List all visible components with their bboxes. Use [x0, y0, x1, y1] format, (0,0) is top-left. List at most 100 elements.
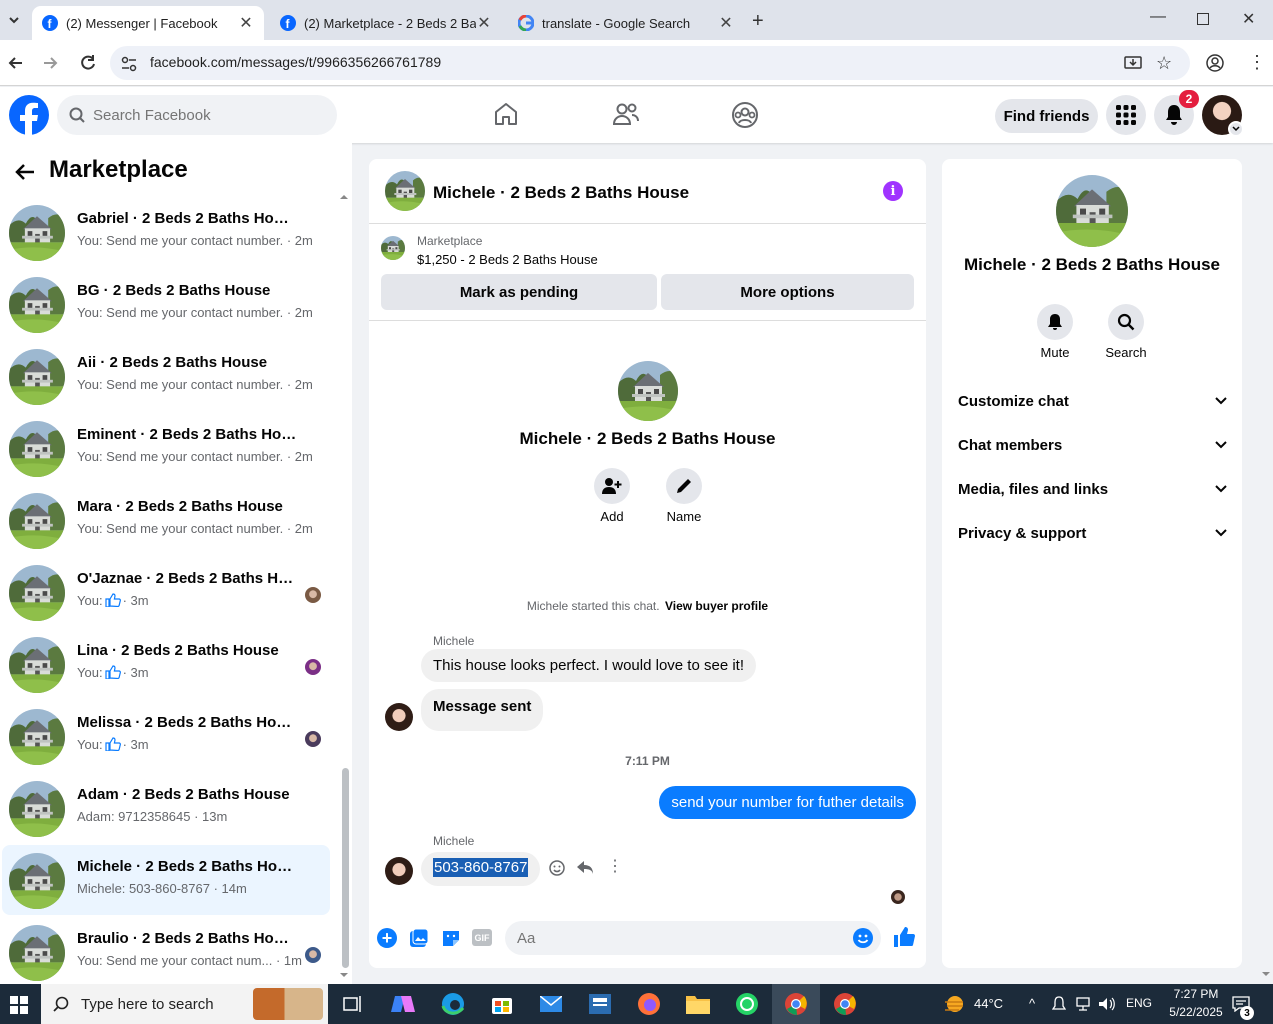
- emoji-icon[interactable]: [853, 928, 873, 948]
- file-explorer-icon[interactable]: [682, 988, 714, 1020]
- message-input[interactable]: [517, 921, 817, 955]
- tab-google[interactable]: translate - Google Search ✕: [508, 6, 744, 40]
- news-app-icon[interactable]: [584, 988, 616, 1020]
- chat-title[interactable]: Michele · 2 Beds 2 Baths House: [433, 183, 689, 203]
- sidebar-scrollbar[interactable]: [342, 768, 349, 968]
- back-icon[interactable]: [6, 53, 26, 73]
- minimize-icon[interactable]: —: [1150, 8, 1166, 26]
- forward-icon[interactable]: [40, 53, 60, 73]
- close-tab-icon[interactable]: ✕: [718, 13, 734, 33]
- temperature[interactable]: 44°C: [974, 996, 1003, 1011]
- section-privacy-support[interactable]: Privacy & support: [958, 518, 1228, 548]
- outgoing-message-bubble[interactable]: send your number for futher details: [659, 786, 916, 819]
- groups-icon[interactable]: [731, 101, 759, 129]
- sender-avatar[interactable]: [385, 857, 413, 885]
- plus-circle-icon[interactable]: +: [377, 928, 397, 948]
- scroll-down-arrow-icon[interactable]: [340, 971, 348, 979]
- search-chat-icon[interactable]: [1108, 304, 1144, 340]
- scroll-up-arrow-icon[interactable]: [340, 193, 348, 201]
- section-chat-members[interactable]: Chat members: [958, 430, 1228, 460]
- friends-icon[interactable]: [612, 101, 640, 127]
- sticker-icon[interactable]: [441, 928, 461, 948]
- conversation-item[interactable]: O'Jaznae · 2 Beds 2 Baths Hou... You: · 3m: [2, 557, 330, 627]
- new-tab-icon[interactable]: +: [752, 10, 764, 33]
- maximize-icon[interactable]: [1197, 13, 1209, 25]
- page-scroll-down-icon[interactable]: [1262, 970, 1270, 978]
- microsoft-store-icon[interactable]: [486, 988, 518, 1020]
- back-arrow-icon[interactable]: [14, 162, 36, 182]
- conversation-item[interactable]: Melissa · 2 Beds 2 Baths House You: · 3m: [2, 701, 330, 771]
- menu-grid-icon[interactable]: [1106, 95, 1146, 135]
- info-avatar[interactable]: [1056, 175, 1128, 247]
- find-friends-button[interactable]: Find friends: [995, 99, 1098, 133]
- photo-icon[interactable]: [409, 928, 429, 948]
- weather-icon[interactable]: [943, 994, 967, 1014]
- browser-menu-icon[interactable]: ⋮: [1248, 53, 1266, 71]
- tray-app-icon[interactable]: [1052, 996, 1066, 1012]
- copilot-icon[interactable]: [387, 988, 419, 1020]
- close-tab-icon[interactable]: ✕: [238, 13, 254, 33]
- site-settings-icon[interactable]: [120, 55, 138, 73]
- reload-icon[interactable]: [78, 53, 98, 73]
- thumbs-up-icon[interactable]: [893, 926, 915, 948]
- more-options-button[interactable]: More options: [661, 274, 914, 310]
- close-tab-icon[interactable]: ✕: [476, 13, 492, 33]
- section-media-files-links[interactable]: Media, files and links: [958, 474, 1228, 504]
- profile-icon[interactable]: [1206, 54, 1224, 72]
- facebook-logo-icon[interactable]: [9, 95, 49, 135]
- info-icon[interactable]: i: [883, 181, 903, 201]
- home-icon[interactable]: [493, 101, 519, 127]
- listing-thumbnail[interactable]: [381, 236, 405, 260]
- edge-icon[interactable]: [437, 988, 469, 1020]
- search-input[interactable]: [93, 95, 323, 135]
- message-bubble[interactable]: Message sent: [421, 689, 544, 731]
- tab-search-chevron-icon[interactable]: [4, 10, 24, 30]
- react-smiley-icon[interactable]: [549, 860, 565, 876]
- task-view-icon[interactable]: [337, 988, 369, 1020]
- listing-price[interactable]: $1,250 - 2 Beds 2 Baths House: [417, 252, 598, 267]
- network-icon[interactable]: [1075, 997, 1091, 1011]
- message-composer[interactable]: [505, 921, 881, 955]
- section-customize-chat[interactable]: Customize chat: [958, 386, 1228, 416]
- search-box[interactable]: [57, 95, 337, 135]
- selected-phone-text[interactable]: 503-860-8767: [433, 858, 529, 877]
- message-bubble-phone[interactable]: 503-860-8767: [421, 852, 541, 886]
- clock-time[interactable]: 7:27 PM: [1160, 987, 1232, 1001]
- gif-icon[interactable]: GIF: [472, 929, 492, 946]
- sender-avatar[interactable]: [385, 703, 413, 731]
- chrome-profile-icon[interactable]: [829, 988, 861, 1020]
- mute-bell-icon[interactable]: [1037, 304, 1073, 340]
- profile-avatar[interactable]: [618, 361, 678, 421]
- conversation-item[interactable]: Aii · 2 Beds 2 Baths House You: Send me y…: [2, 341, 330, 411]
- chat-header-avatar[interactable]: [385, 171, 425, 211]
- volume-icon[interactable]: [1098, 997, 1116, 1011]
- account-chevron-icon[interactable]: [1228, 121, 1244, 137]
- mail-icon[interactable]: [535, 988, 567, 1020]
- conversation-item[interactable]: Adam · 2 Beds 2 Baths House Adam: 9712358…: [2, 773, 330, 843]
- conversation-item[interactable]: Gabriel · 2 Beds 2 Baths House You: Send …: [2, 197, 330, 267]
- conversation-item[interactable]: Michele · 2 Beds 2 Baths House Michele: 5…: [2, 845, 330, 915]
- conversation-item[interactable]: Mara · 2 Beds 2 Baths House You: Send me …: [2, 485, 330, 555]
- add-person-icon[interactable]: [594, 468, 630, 504]
- mark-pending-button[interactable]: Mark as pending: [381, 274, 657, 310]
- pencil-icon[interactable]: [666, 468, 702, 504]
- reply-icon[interactable]: [576, 860, 594, 876]
- whatsapp-icon[interactable]: [731, 988, 763, 1020]
- tab-marketplace[interactable]: f (2) Marketplace - 2 Beds 2 Baths ✕: [270, 6, 502, 40]
- clock-date[interactable]: 5/22/2025: [1160, 1005, 1232, 1019]
- url-text[interactable]: facebook.com/messages/t/9966356266761789: [150, 54, 441, 70]
- conversation-item[interactable]: BG · 2 Beds 2 Baths House You: Send me yo…: [2, 269, 330, 339]
- install-app-icon[interactable]: [1124, 54, 1142, 72]
- firefox-icon[interactable]: [633, 988, 665, 1020]
- message-bubble[interactable]: This house looks perfect. I would love t…: [421, 649, 756, 682]
- tray-chevron-icon[interactable]: ^: [1029, 996, 1035, 1011]
- view-buyer-profile-link[interactable]: View buyer profile: [665, 599, 768, 613]
- chrome-icon[interactable]: [780, 988, 812, 1020]
- windows-start-icon[interactable]: [10, 996, 28, 1014]
- more-actions-icon[interactable]: ⋮: [607, 859, 623, 875]
- conversation-item[interactable]: Eminent · 2 Beds 2 Baths House You: Send …: [2, 413, 330, 483]
- language-indicator[interactable]: ENG: [1126, 996, 1152, 1010]
- taskbar-search-box[interactable]: Type here to search: [41, 984, 328, 1024]
- conversation-item[interactable]: Braulio · 2 Beds 2 Baths House You: Send …: [2, 917, 330, 987]
- conversation-item[interactable]: Lina · 2 Beds 2 Baths House You: · 3m: [2, 629, 330, 699]
